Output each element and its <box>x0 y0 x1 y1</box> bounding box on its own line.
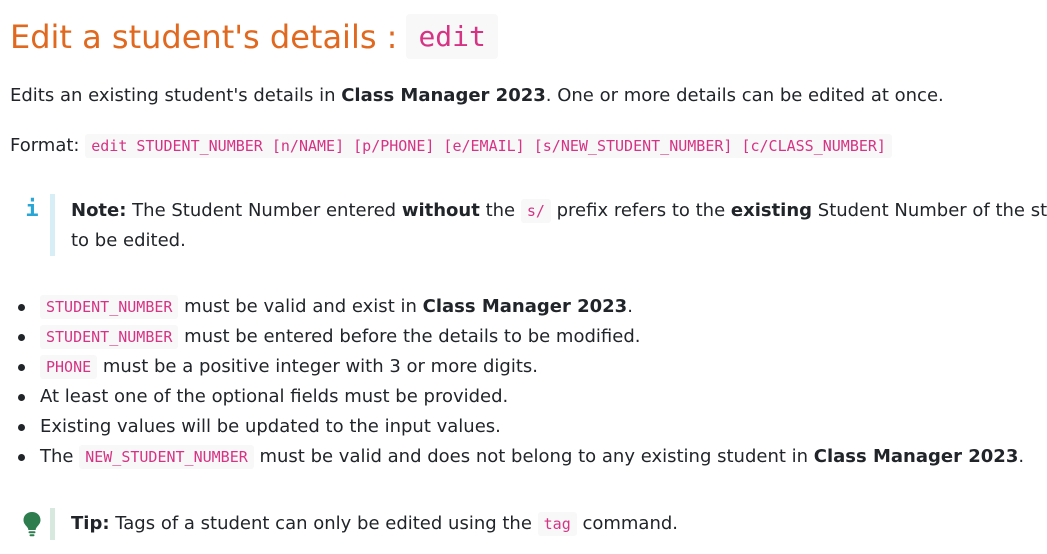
format-label: Format: <box>10 135 80 156</box>
bullet-dot <box>18 304 25 311</box>
list-item: STUDENT_NUMBER must be valid and exist i… <box>10 292 1024 322</box>
tip-body: Tags of a student can only be edited usi… <box>109 513 538 534</box>
note-label: Note: <box>71 200 127 221</box>
list-item-text: must be entered before the details to be… <box>178 326 641 347</box>
bullet-dot <box>18 394 25 401</box>
list-item-text: must be valid and does not belong to any… <box>253 446 814 467</box>
note-without: without <box>401 200 480 221</box>
code-new-student-number: NEW_STUDENT_NUMBER <box>79 445 254 469</box>
list-item: PHONE must be a positive integer with 3 … <box>10 352 1024 382</box>
tip-text: Tip: Tags of a student can only be edite… <box>71 509 678 539</box>
format-line: Format: edit STUDENT_NUMBER [n/NAME] [p/… <box>10 133 892 159</box>
description-text: Edits an existing student's details in <box>10 85 342 106</box>
page-title: Edit a student's details : edit <box>10 14 498 59</box>
note-callout: i Note: The Student Number entered witho… <box>10 194 1047 256</box>
list-item-start: The <box>40 446 80 467</box>
note-text: Note: The Student Number entered without… <box>71 196 1047 256</box>
code-student-number: STUDENT_NUMBER <box>40 295 179 319</box>
note-part4: Student Number of the stude <box>817 200 1047 221</box>
tip-bar <box>50 508 55 540</box>
app-name: Class Manager 2023 <box>422 296 628 317</box>
bullet-dot <box>18 454 25 461</box>
code-tag: tag <box>537 512 577 536</box>
description: Edits an existing student's details in C… <box>10 83 944 109</box>
format-syntax: edit STUDENT_NUMBER [n/NAME] [p/PHONE] [… <box>85 134 892 158</box>
app-name: Class Manager 2023 <box>813 446 1019 467</box>
list-item-text: must be a positive integer with 3 or mor… <box>97 356 539 377</box>
command-code: edit <box>406 14 498 59</box>
description-text-end: . One or more details can be edited at o… <box>545 85 944 106</box>
lightbulb-icon-svg <box>23 512 41 537</box>
tip-end: command. <box>576 513 679 534</box>
note-part3: prefix refers to the <box>550 200 731 221</box>
code-student-number: STUDENT_NUMBER <box>40 325 179 349</box>
page-title-text: Edit a student's details : <box>10 17 398 56</box>
list-item-end: . <box>627 296 633 317</box>
note-prefix-code: s/ <box>520 199 551 223</box>
bullet-dot <box>18 334 25 341</box>
code-phone: PHONE <box>40 355 98 379</box>
list-item-text: Existing values will be updated to the i… <box>40 416 501 437</box>
note-part2: the <box>479 200 521 221</box>
note-part1: The Student Number entered <box>126 200 402 221</box>
bullet-dot <box>18 364 25 371</box>
bullet-dot <box>18 424 25 431</box>
list-item-text: At least one of the optional fields must… <box>40 386 509 407</box>
list-item: Existing values will be updated to the i… <box>10 412 1024 442</box>
tip-label: Tip: <box>71 513 110 534</box>
note-bar <box>50 194 55 256</box>
constraints-list: STUDENT_NUMBER must be valid and exist i… <box>10 292 1024 472</box>
list-item-text: must be valid and exist in <box>178 296 423 317</box>
app-name: Class Manager 2023 <box>341 85 546 106</box>
list-item-end: . <box>1018 446 1025 467</box>
tip-callout: Tip: Tags of a student can only be edite… <box>10 508 1047 540</box>
list-item: STUDENT_NUMBER must be entered before th… <box>10 322 1024 352</box>
note-line2: to be edited. <box>71 230 186 251</box>
lightbulb-icon <box>22 511 42 542</box>
note-existing: existing <box>730 200 813 221</box>
info-icon: i <box>25 197 39 222</box>
list-item: The NEW_STUDENT_NUMBER must be valid and… <box>10 442 1024 472</box>
list-item: At least one of the optional fields must… <box>10 382 1024 412</box>
